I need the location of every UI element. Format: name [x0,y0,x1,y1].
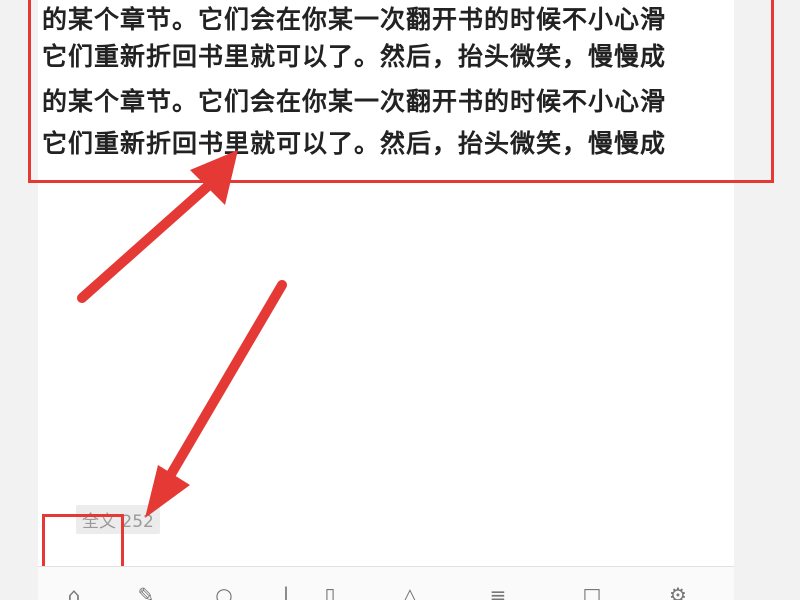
screenshot-stage: 的某个章节。它们会在你某一次翻开书的时候不小心滑 它们重新折回书里就可以了。然后… [0,0,800,600]
menu-icon[interactable]: ≡ [486,583,510,600]
annotation-highlight-box [28,0,774,183]
bookmark-icon[interactable]: ▯ [318,583,342,600]
book-icon[interactable]: ⌂ [62,583,86,600]
reader-toolbar: ⌂ ✎ ○ | ▯ △ ≡ □ ⚙ [38,566,734,600]
settings-icon[interactable]: ⚙ [666,583,690,600]
separator-icon: | [282,583,290,600]
search-icon[interactable]: ○ [212,583,236,600]
square-icon[interactable]: □ [580,583,604,600]
triangle-icon[interactable]: △ [398,583,422,600]
edit-icon[interactable]: ✎ [134,583,158,600]
